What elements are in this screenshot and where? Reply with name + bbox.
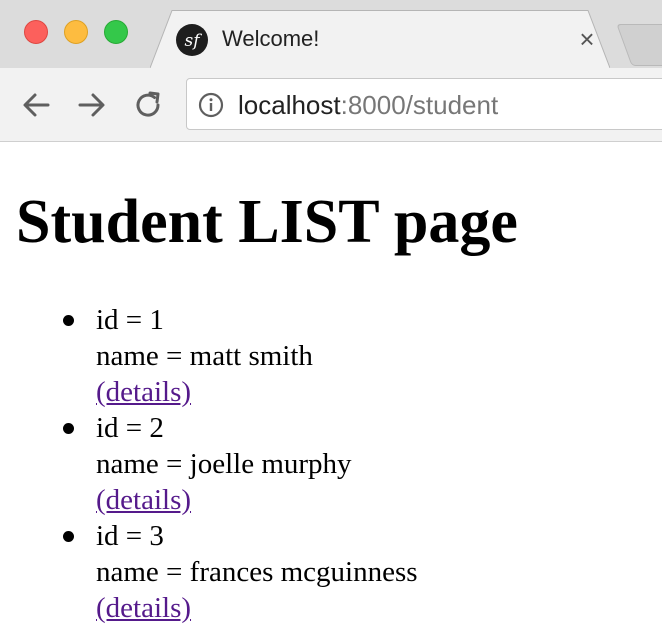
student-name: name = frances mcguinness — [96, 556, 418, 588]
page-title: Student LIST page — [16, 188, 518, 256]
window-zoom-button[interactable] — [104, 20, 128, 44]
tab-close-icon[interactable]: × — [574, 24, 600, 54]
reload-icon[interactable] — [130, 87, 166, 123]
window-minimize-button[interactable] — [64, 20, 88, 44]
bullet — [63, 423, 74, 434]
student-id: id = 3 — [96, 520, 164, 552]
student-list: id = 1 name = matt smith (details) id = … — [0, 302, 418, 626]
list-item: id = 3 name = frances mcguinness (detail… — [0, 518, 418, 626]
tab-title: Welcome! — [222, 26, 320, 51]
tab-welcome[interactable] — [150, 10, 610, 68]
details-link[interactable]: (details) — [96, 482, 418, 518]
info-icon[interactable] — [198, 92, 224, 118]
details-link[interactable]: (details) — [96, 374, 418, 410]
student-id: id = 2 — [96, 412, 164, 444]
details-link[interactable]: (details) — [96, 590, 418, 626]
window-close-button[interactable] — [24, 20, 48, 44]
list-item: id = 1 name = matt smith (details) — [0, 302, 418, 410]
address-url[interactable]: localhost:8000/student — [238, 89, 498, 121]
svg-text:sf: sf — [184, 31, 202, 51]
bullet — [63, 531, 74, 542]
symfony-logo-icon: sf — [176, 24, 208, 56]
student-name: name = joelle murphy — [96, 448, 352, 480]
url-host: localhost — [238, 90, 341, 120]
url-path: :8000/student — [340, 90, 499, 120]
back-arrow-icon[interactable] — [18, 87, 54, 123]
bullet — [63, 315, 74, 326]
student-name: name = matt smith — [96, 340, 313, 372]
forward-arrow-icon[interactable] — [74, 87, 110, 123]
student-id: id = 1 — [96, 304, 164, 336]
list-item: id = 2 name = joelle murphy (details) — [0, 410, 418, 518]
